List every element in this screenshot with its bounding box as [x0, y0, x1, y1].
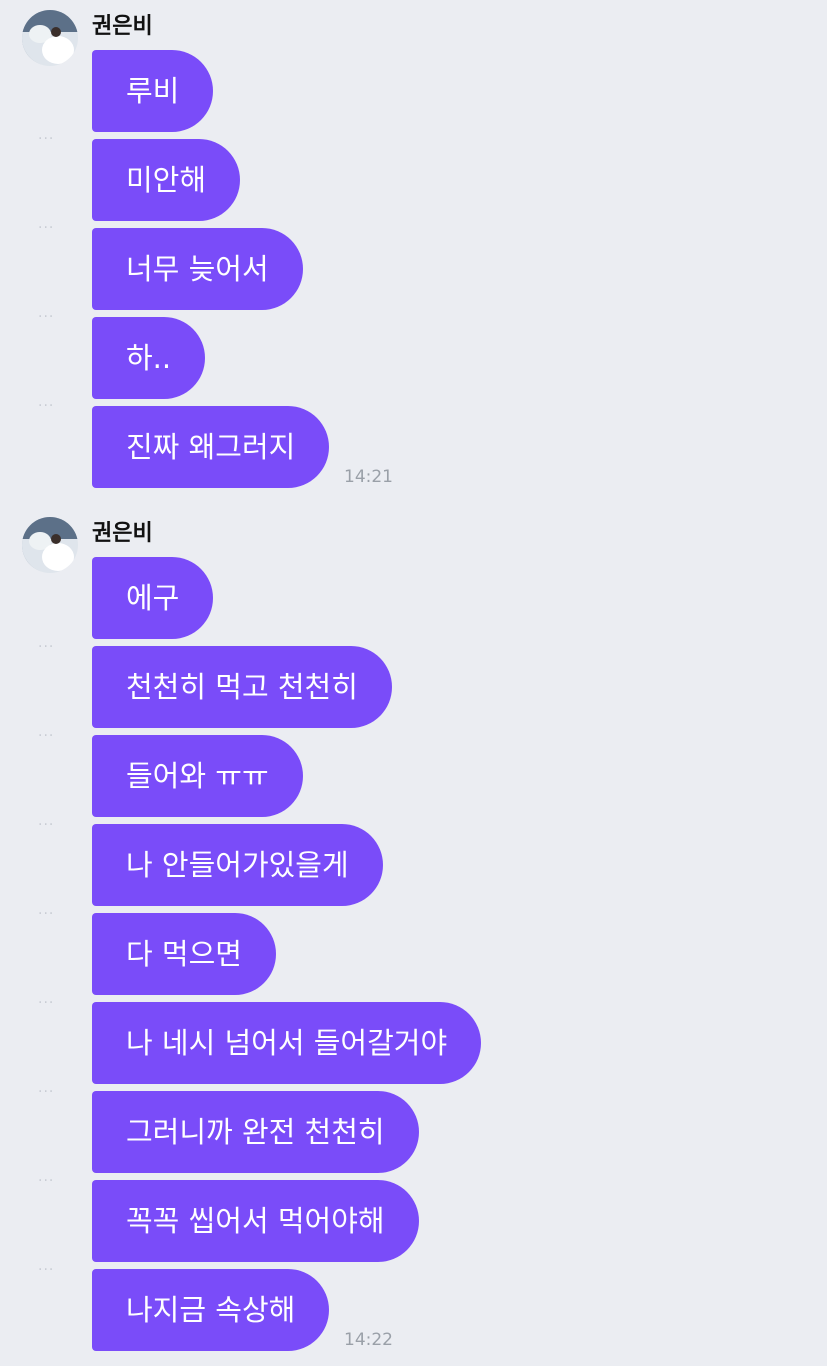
message-bubble[interactable]: 하..	[92, 317, 206, 399]
message-bubble[interactable]: 미안해	[92, 139, 241, 221]
more-dots-icon[interactable]: ···	[38, 132, 54, 146]
sender-avatar[interactable]	[22, 517, 78, 573]
message-bubble[interactable]: 그러니까 완전 천천히	[92, 1091, 419, 1173]
message-bubble[interactable]: 들어와 ㅠㅠ	[92, 735, 303, 817]
more-dots-icon[interactable]: ···	[38, 310, 54, 324]
more-dots-icon[interactable]: ···	[38, 640, 54, 654]
more-dots-icon[interactable]: ···	[38, 729, 54, 743]
message-bubble[interactable]: 나 안들어가있을게	[92, 824, 383, 906]
more-dots-icon[interactable]: ···	[38, 1174, 54, 1188]
message-bubble[interactable]: 나지금 속상해	[92, 1269, 330, 1351]
more-dots-icon[interactable]: ···	[38, 399, 54, 413]
message-bubble[interactable]: 다 먹으면	[92, 913, 276, 995]
more-dots-icon[interactable]: ···	[38, 1263, 54, 1277]
sender-name: 권은비	[92, 14, 153, 39]
message-bubble[interactable]: 에구	[92, 557, 214, 639]
message-timestamp: 14:21	[344, 467, 393, 487]
more-dots-icon[interactable]: ···	[38, 818, 54, 832]
message-bubble[interactable]: 루비	[92, 50, 214, 132]
message-bubble[interactable]: 너무 늦어서	[92, 228, 303, 310]
message-bubble[interactable]: 천천히 먹고 천천히	[92, 646, 392, 728]
more-dots-icon[interactable]: ···	[38, 1085, 54, 1099]
sender-avatar[interactable]	[22, 10, 78, 66]
message-timestamp: 14:22	[344, 1330, 393, 1350]
more-dots-icon[interactable]: ···	[38, 907, 54, 921]
more-dots-icon[interactable]: ···	[38, 221, 54, 235]
sender-name: 권은비	[92, 521, 153, 546]
more-dots-icon[interactable]: ···	[38, 996, 54, 1010]
message-bubble[interactable]: 꼭꼭 씹어서 먹어야해	[92, 1180, 419, 1262]
message-bubble[interactable]: 진짜 왜그러지	[92, 406, 330, 488]
message-bubble[interactable]: 나 네시 넘어서 들어갈거야	[92, 1002, 482, 1084]
